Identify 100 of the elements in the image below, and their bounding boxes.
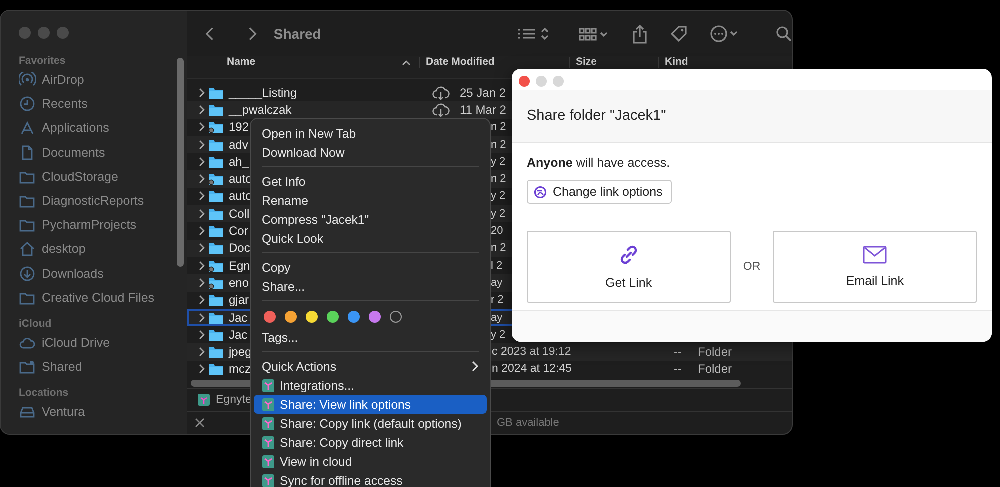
tag-icon[interactable] <box>670 24 688 42</box>
envelope-icon <box>863 246 888 264</box>
back-icon[interactable] <box>205 26 215 42</box>
sidebar-item[interactable]: Ventura <box>19 400 187 424</box>
close-button[interactable] <box>519 76 530 86</box>
menu-item[interactable]: Quick Look <box>254 229 487 248</box>
chevron-icon[interactable] <box>199 364 205 374</box>
file-name: Coll <box>229 206 250 221</box>
menu-item[interactable]: Rename <box>254 191 487 210</box>
date-cell: ay <box>491 312 503 324</box>
size-cell-text: -- <box>673 362 683 376</box>
menu-item[interactable]: Share: View link options <box>254 395 487 414</box>
sidebar-item[interactable]: iCloud Drive <box>19 330 187 356</box>
menu-item[interactable]: Quick Actions <box>254 357 487 376</box>
date-cell: l 2 <box>491 260 503 272</box>
tag-color-dot[interactable] <box>285 311 297 323</box>
chevron-icon[interactable] <box>199 295 205 306</box>
scrollbar[interactable] <box>177 58 184 267</box>
chevron-icon[interactable] <box>199 122 205 132</box>
chevron-icon[interactable] <box>199 156 205 167</box>
tag-color-dot[interactable] <box>327 311 339 323</box>
download-icon <box>19 266 36 282</box>
column-header[interactable]: Date Modified <box>419 57 569 68</box>
column-header[interactable]: Kind <box>658 57 688 68</box>
chevron-icon[interactable] <box>199 312 205 322</box>
sidebar-heading: Favorites <box>19 55 67 68</box>
file-name: Doc <box>229 241 250 256</box>
menu-item[interactable]: Copy <box>254 258 487 277</box>
date-cell: r 2 <box>491 294 504 306</box>
home-icon <box>19 241 36 258</box>
forward-icon[interactable] <box>248 26 258 42</box>
chevron-icon[interactable] <box>199 208 205 219</box>
tag-color-dot[interactable] <box>306 311 318 323</box>
file-name: adv <box>229 138 248 152</box>
chevron-icon[interactable] <box>199 243 205 254</box>
close-icon[interactable] <box>195 418 205 428</box>
chevron-icon[interactable] <box>199 278 205 288</box>
chevron-icon[interactable] <box>199 104 205 115</box>
sidebar-item[interactable]: Downloads <box>19 262 187 286</box>
path-item[interactable]: Egnyte <box>216 394 252 406</box>
sidebar-item[interactable]: AirDrop <box>19 68 187 92</box>
app-icon <box>262 398 275 412</box>
menu-item[interactable]: Share: Copy direct link <box>254 433 487 452</box>
grid-view-icon[interactable] <box>578 26 610 42</box>
menu-item[interactable]: Sync for offline access <box>254 471 487 487</box>
sidebar-item[interactable]: Applications <box>19 116 187 141</box>
date-cell: y 2 <box>491 190 506 202</box>
menu-item[interactable]: Download Now <box>254 143 487 162</box>
sidebar-item[interactable]: CloudStorage <box>19 164 187 189</box>
cloud-download-icon[interactable] <box>432 102 450 117</box>
column-header[interactable]: Size <box>569 57 658 68</box>
file-name: mcz <box>229 362 251 376</box>
date-cell: y 2 <box>491 328 506 341</box>
sidebar-item[interactable]: desktop <box>19 237 187 262</box>
chevron-icon[interactable] <box>199 260 205 271</box>
no-tag-circle[interactable] <box>390 311 402 323</box>
menu-item[interactable]: Get Info <box>254 172 487 191</box>
email-link-button[interactable]: Email Link <box>773 231 978 303</box>
chevron-icon[interactable] <box>199 174 205 184</box>
menu-item[interactable]: View in cloud <box>254 452 487 471</box>
tag-color-dot[interactable] <box>264 311 276 323</box>
search-icon[interactable] <box>776 26 792 42</box>
column-header[interactable]: Name <box>187 57 419 68</box>
share-icon[interactable] <box>632 24 648 44</box>
menu-item[interactable]: Share... <box>254 277 487 296</box>
date-cell: n 2 <box>491 121 506 134</box>
sidebar-item[interactable]: Recents <box>19 92 187 116</box>
more-icon[interactable] <box>710 24 740 42</box>
file-name: 192 <box>229 120 250 134</box>
menu-item[interactable]: Tags... <box>254 328 487 347</box>
sidebar-item[interactable]: DiagnosticReports <box>19 188 187 214</box>
chevron-icon[interactable] <box>199 88 205 98</box>
window-title: Shared <box>274 26 322 42</box>
file-name: _____Listing <box>229 86 298 100</box>
change-link-options-button[interactable]: Change link options <box>527 180 672 204</box>
sidebar-item[interactable]: PycharmProjects <box>19 213 187 238</box>
chevron-icon[interactable] <box>199 140 205 150</box>
gauge-icon <box>534 186 547 198</box>
menu-item[interactable]: Integrations... <box>254 376 487 395</box>
chevron-icon <box>472 361 479 372</box>
sidebar-item[interactable]: Documents <box>19 140 187 165</box>
file-name: ah_ <box>229 154 250 169</box>
file-name: Egn <box>229 258 250 273</box>
chevron-icon[interactable] <box>199 226 205 236</box>
get-link-button[interactable]: Get Link <box>527 231 731 303</box>
cloud-download-icon[interactable] <box>432 86 450 100</box>
menu-item[interactable]: Open in New Tab <box>254 124 487 143</box>
menu-item[interactable]: Compress "Jacek1" <box>254 210 487 229</box>
chevron-icon[interactable] <box>199 191 205 202</box>
file-name: __pwalczak <box>229 102 292 117</box>
sidebar-item[interactable]: Shared <box>19 355 187 380</box>
date-cell: n 2 <box>491 138 506 151</box>
chevron-icon[interactable] <box>199 347 205 358</box>
tag-color-dot[interactable] <box>369 311 381 323</box>
sidebar-item[interactable]: Creative Cloud Files <box>19 286 187 310</box>
menu-item[interactable]: Share: Copy link (default options) <box>254 414 487 433</box>
sidebar-heading: iCloud <box>19 318 53 331</box>
file-name: eno <box>229 276 250 290</box>
tag-color-dot[interactable] <box>348 311 360 323</box>
chevron-icon[interactable] <box>199 330 205 340</box>
